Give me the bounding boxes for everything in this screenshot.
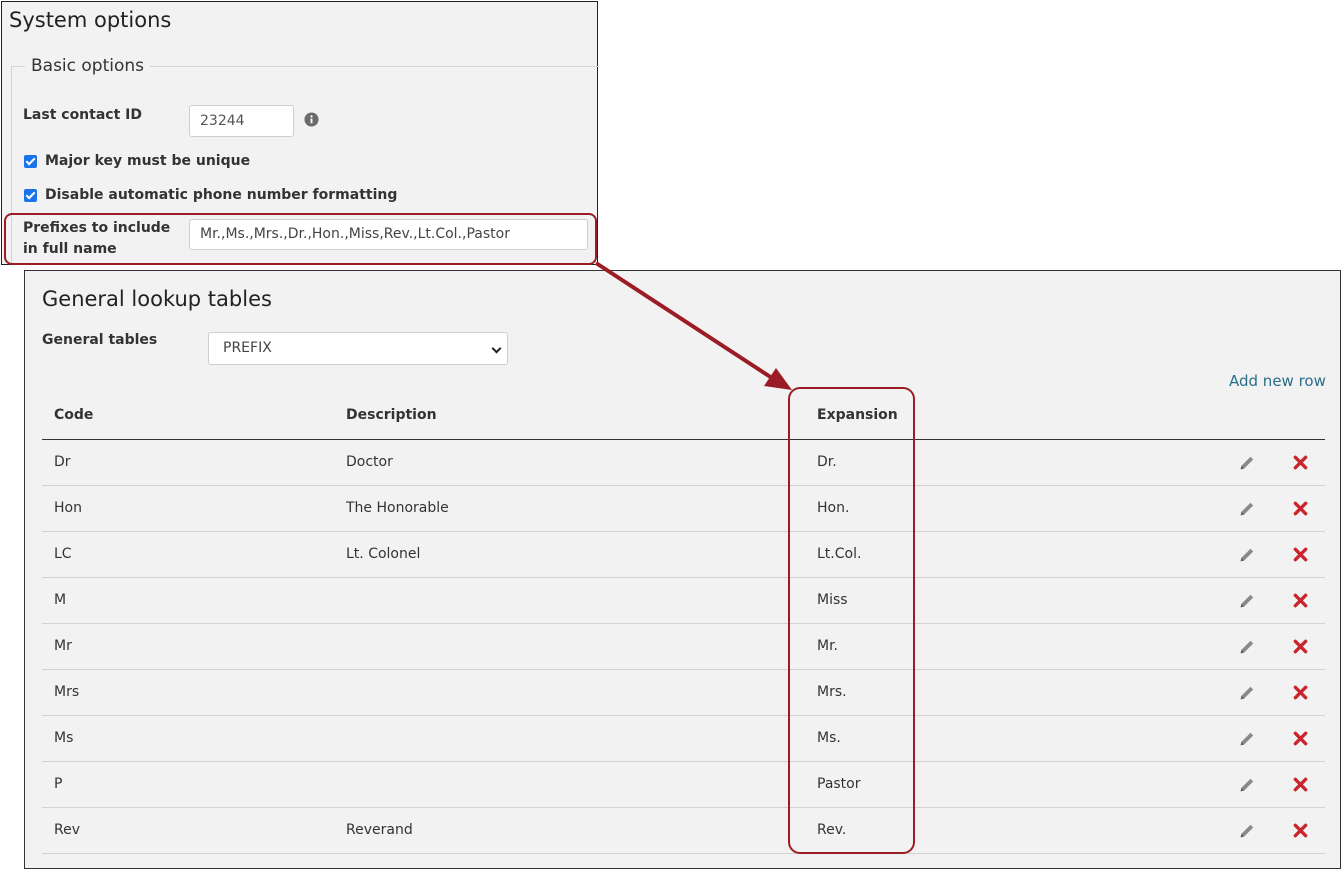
table-body: Dr Doctor Dr. Hon The Honorable Hon. LC Lt. Col… [42, 440, 1325, 854]
table-row: Mrs Mrs. [42, 670, 1325, 716]
cell-code: Dr [54, 454, 71, 470]
chevron-down-icon [491, 343, 502, 354]
pencil-icon[interactable] [1239, 731, 1255, 747]
cell-description: Doctor [346, 454, 393, 470]
add-new-row-link[interactable]: Add new row [1229, 372, 1326, 390]
table-row: Ms Ms. [42, 716, 1325, 762]
major-key-unique-checkbox[interactable] [24, 154, 37, 168]
table-row: Hon The Honorable Hon. [42, 486, 1325, 532]
x-icon[interactable] [1293, 685, 1308, 700]
table-row: Rev Reverand Rev. [42, 808, 1325, 854]
x-icon[interactable] [1293, 547, 1308, 562]
x-icon[interactable] [1293, 593, 1308, 608]
cell-code: M [54, 592, 67, 608]
cell-code: LC [54, 546, 72, 562]
pencil-icon[interactable] [1239, 823, 1255, 839]
major-key-unique-label: Major key must be unique [45, 153, 251, 169]
cell-code: Ms [54, 730, 74, 746]
last-contact-id-label: Last contact ID [23, 107, 142, 123]
cell-description: The Honorable [346, 500, 449, 516]
expansion-highlight-box [788, 387, 915, 854]
info-icon[interactable] [304, 112, 319, 127]
table-row: M Miss [42, 578, 1325, 624]
last-contact-id-input[interactable]: 23244 [189, 105, 294, 137]
cell-code: Mrs [54, 684, 80, 700]
general-tables-select[interactable]: PREFIX [208, 332, 508, 365]
disable-phone-formatting-checkbox[interactable] [24, 188, 37, 202]
cell-code: Mr [54, 638, 72, 654]
table-header: Code Description Expansion [42, 392, 1325, 440]
table-row: P Pastor [42, 762, 1325, 808]
pencil-icon[interactable] [1239, 639, 1255, 655]
disable-phone-formatting-label: Disable automatic phone number formattin… [45, 187, 398, 203]
cell-code: Hon [54, 500, 82, 516]
column-header-code[interactable]: Code [54, 407, 93, 423]
pencil-icon[interactable] [1239, 593, 1255, 609]
pencil-icon[interactable] [1239, 685, 1255, 701]
table-row: LC Lt. Colonel Lt.Col. [42, 532, 1325, 578]
x-icon[interactable] [1293, 777, 1308, 792]
disable-phone-formatting-row[interactable]: Disable automatic phone number formattin… [24, 185, 397, 205]
general-tables-selected-value: PREFIX [223, 340, 272, 356]
pencil-icon[interactable] [1239, 501, 1255, 517]
table-row: Mr Mr. [42, 624, 1325, 670]
table-row: Dr Doctor Dr. [42, 440, 1325, 486]
general-lookup-panel: General lookup tables General tables PRE… [24, 270, 1341, 869]
system-options-title: System options [9, 8, 172, 32]
x-icon[interactable] [1293, 731, 1308, 746]
general-lookup-title: General lookup tables [42, 287, 272, 311]
prefix-table: Code Description Expansion Dr Doctor Dr. Ho… [42, 392, 1325, 854]
basic-options-legend: Basic options [25, 56, 151, 76]
column-header-description[interactable]: Description [346, 407, 437, 423]
x-icon[interactable] [1293, 823, 1308, 838]
pencil-icon[interactable] [1239, 547, 1255, 563]
cell-description: Lt. Colonel [346, 546, 421, 562]
cell-description: Reverand [346, 822, 413, 838]
x-icon[interactable] [1293, 501, 1308, 516]
pencil-icon[interactable] [1239, 455, 1255, 471]
x-icon[interactable] [1293, 455, 1308, 470]
pencil-icon[interactable] [1239, 777, 1255, 793]
general-tables-label: General tables [42, 332, 158, 348]
cell-code: Rev [54, 822, 80, 838]
x-icon[interactable] [1293, 639, 1308, 654]
cell-code: P [54, 776, 63, 792]
prefixes-highlight-box [4, 213, 597, 265]
major-key-unique-row[interactable]: Major key must be unique [24, 151, 250, 171]
